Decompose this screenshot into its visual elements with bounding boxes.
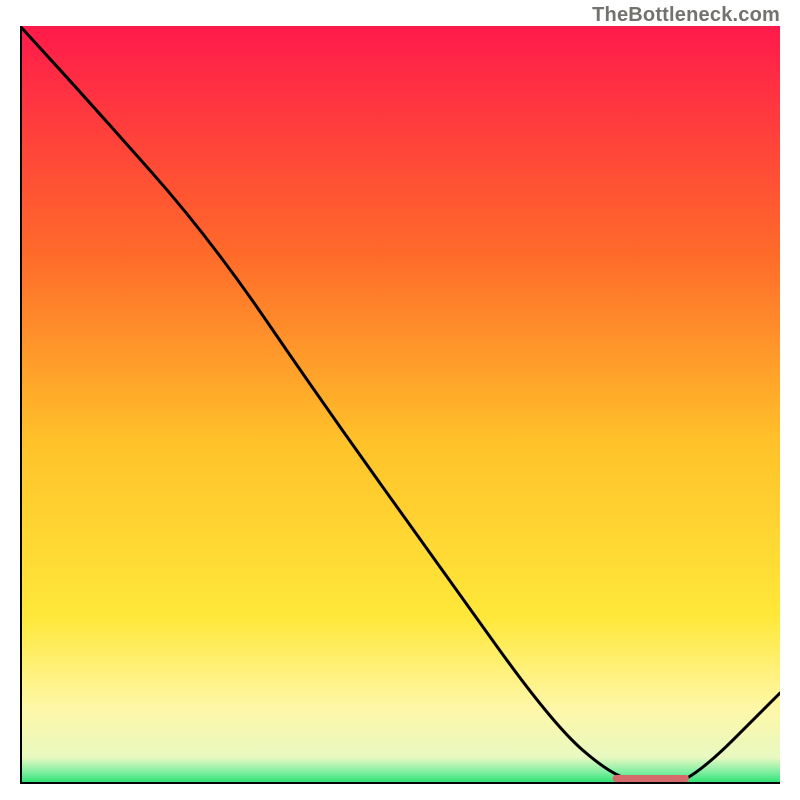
optimal-range-marker <box>613 775 689 782</box>
plot-svg <box>20 26 780 784</box>
gradient-background <box>20 26 780 784</box>
attribution-text: TheBottleneck.com <box>592 4 780 27</box>
chart-container: TheBottleneck.com <box>0 0 800 800</box>
plot-area <box>20 26 780 784</box>
